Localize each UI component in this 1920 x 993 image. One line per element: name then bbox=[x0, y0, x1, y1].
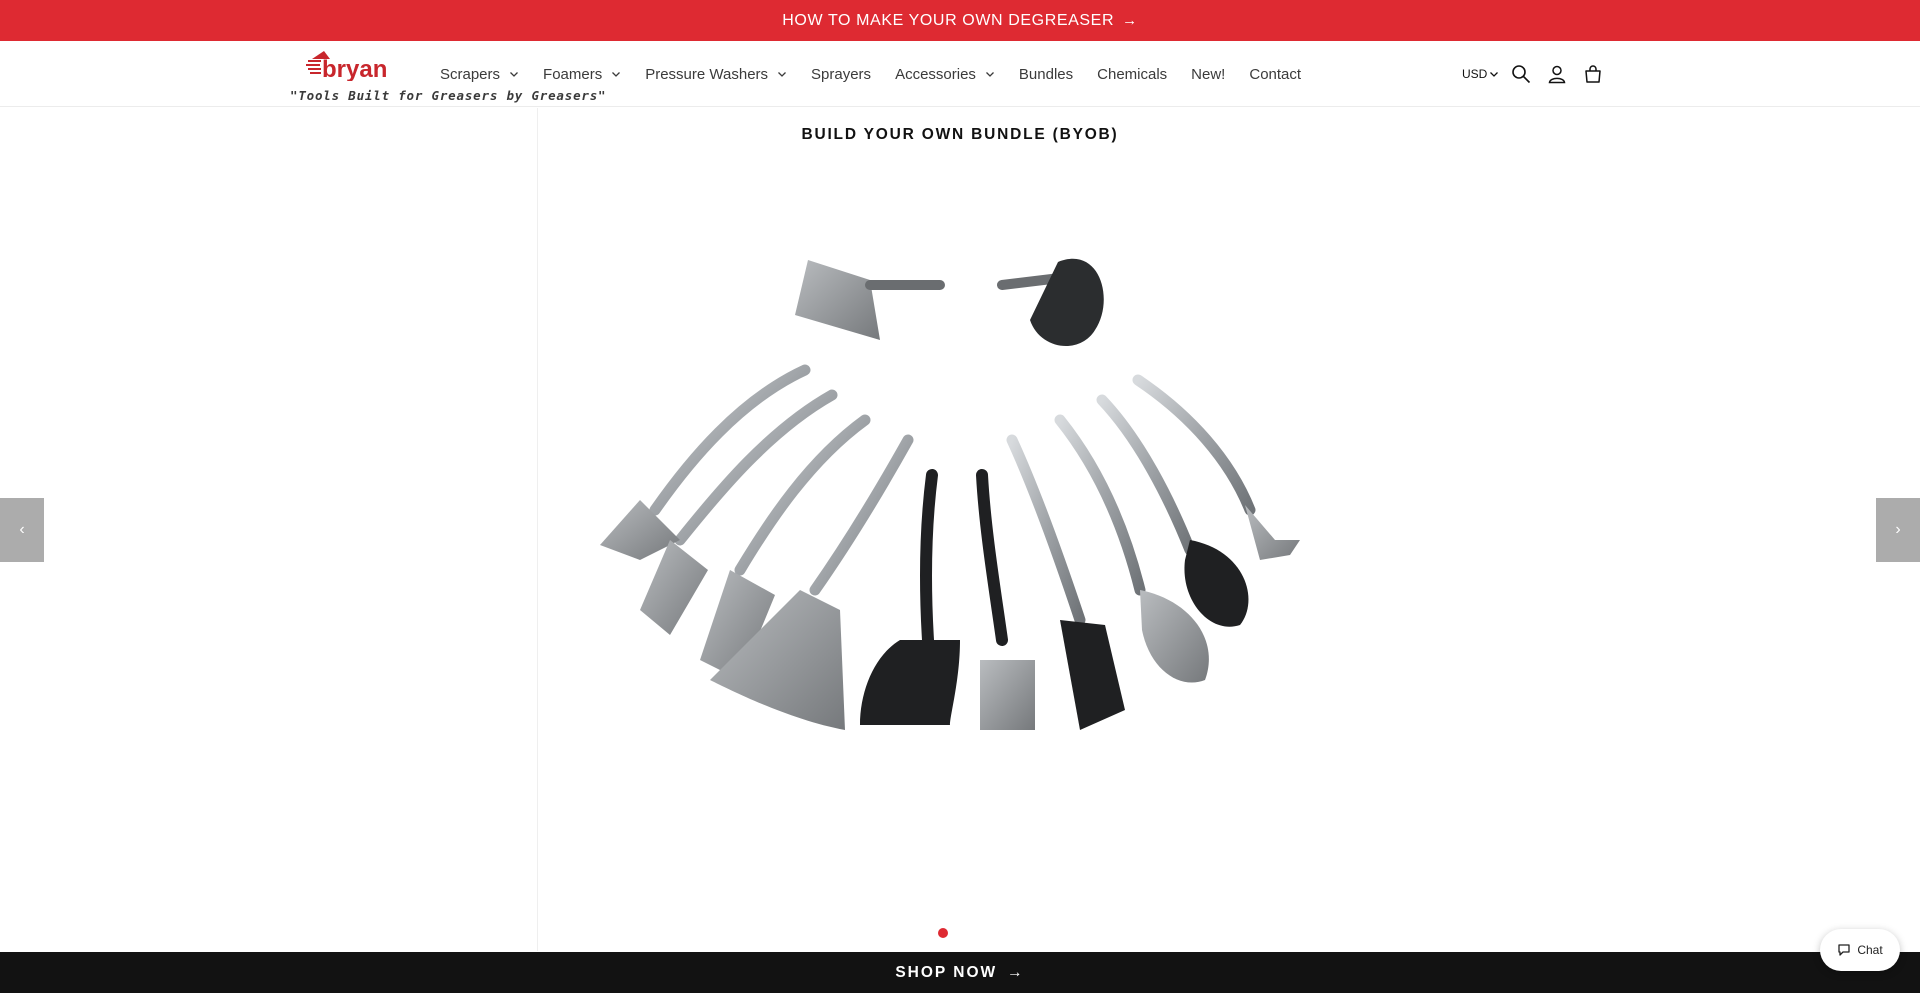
slide-title: BUILD YOUR OWN BUNDLE (BYOB) bbox=[801, 126, 1119, 143]
nav-item-label: Bundles bbox=[1018, 65, 1074, 83]
brand-logo[interactable]: bryan bbox=[306, 49, 402, 81]
chevron-down-icon bbox=[778, 72, 786, 77]
chevron-down-icon bbox=[1490, 72, 1499, 77]
nav-item-label: Chemicals bbox=[1097, 65, 1168, 83]
nav-item-accessories[interactable]: Accessories bbox=[883, 58, 1007, 90]
header-actions: USD bbox=[1458, 53, 1611, 95]
arrow-right-icon: → bbox=[1007, 963, 1025, 981]
nav-item-label: New! bbox=[1191, 65, 1226, 83]
cart-icon bbox=[1585, 65, 1602, 83]
site-header: bryan "Tools Built for Greasers by Greas… bbox=[0, 41, 1920, 107]
slide-next-button[interactable]: › bbox=[1876, 498, 1920, 562]
nav-item-chemicals[interactable]: Chemicals bbox=[1085, 58, 1179, 90]
main-nav: Scrapers Foamers Pressure Washers Sprayers A… bbox=[428, 58, 1313, 90]
nav-item-scrapers[interactable]: Scrapers bbox=[428, 58, 531, 90]
chevron-down-icon bbox=[612, 72, 621, 77]
cart-button[interactable] bbox=[1575, 56, 1611, 92]
nav-item-new[interactable]: New! bbox=[1179, 58, 1237, 90]
search-button[interactable] bbox=[1503, 56, 1539, 92]
nav-item-label: Accessories bbox=[895, 65, 976, 83]
nav-item-foamers[interactable]: Foamers bbox=[531, 58, 633, 90]
nav-item-label: Pressure Washers bbox=[645, 65, 769, 83]
nav-item-bundles[interactable]: Bundles bbox=[1007, 58, 1085, 90]
announcement-bar[interactable]: HOW TO MAKE YOUR OWN DEGREASER → bbox=[0, 0, 1920, 41]
chevron-left-icon: ‹ bbox=[19, 521, 25, 538]
chevron-down-icon bbox=[985, 72, 994, 77]
svg-text:bryan: bryan bbox=[322, 56, 387, 81]
chat-label: Chat bbox=[1857, 943, 1883, 957]
scrapers-product-image[interactable] bbox=[540, 240, 1380, 780]
chat-bubble-icon bbox=[1838, 944, 1850, 956]
announcement-text: HOW TO MAKE YOUR OWN DEGREASER bbox=[782, 11, 1115, 29]
nav-item-label: Scrapers bbox=[440, 65, 501, 83]
account-button[interactable] bbox=[1539, 56, 1575, 92]
slide-prev-button[interactable]: ‹ bbox=[0, 498, 44, 562]
nav-item-label: Sprayers bbox=[811, 65, 872, 83]
chat-button[interactable]: Chat bbox=[1820, 929, 1900, 971]
chevron-down-icon bbox=[510, 72, 518, 77]
shop-now-label: SHOP NOW bbox=[895, 963, 998, 981]
slide-dot-active[interactable] bbox=[938, 928, 948, 938]
currency-selector[interactable]: USD bbox=[1458, 67, 1503, 81]
nav-item-label: Contact bbox=[1249, 65, 1302, 83]
nav-item-sprayers[interactable]: Sprayers bbox=[799, 58, 883, 90]
brand-tagline: "Tools Built for Greasers by Greasers" bbox=[290, 88, 607, 103]
slide-divider bbox=[537, 108, 538, 951]
shop-now-button[interactable]: SHOP NOW → bbox=[0, 952, 1920, 993]
currency-label: USD bbox=[1462, 67, 1488, 81]
arrow-right-icon: → bbox=[1122, 12, 1138, 29]
nav-item-contact[interactable]: Contact bbox=[1237, 58, 1313, 90]
account-icon bbox=[1549, 65, 1566, 84]
search-icon bbox=[1512, 65, 1531, 84]
nav-item-label: Foamers bbox=[543, 65, 603, 83]
nav-item-pressure-washers[interactable]: Pressure Washers bbox=[633, 58, 799, 90]
chevron-right-icon: › bbox=[1895, 521, 1901, 538]
